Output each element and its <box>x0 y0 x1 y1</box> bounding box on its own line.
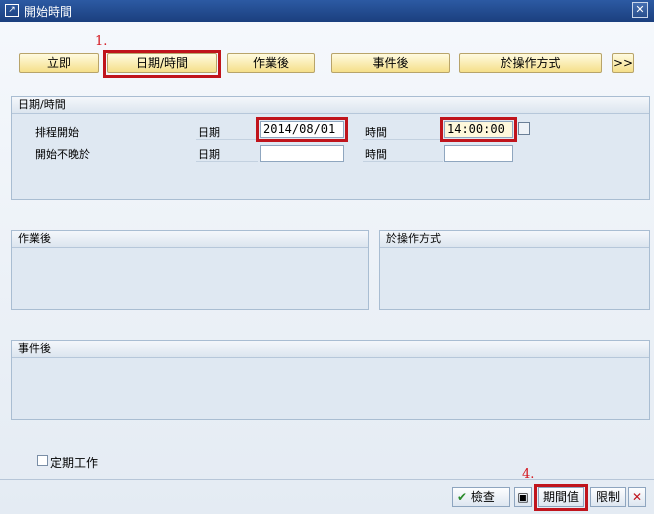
date-label-2: 日期 <box>198 148 220 161</box>
after-event-group: 事件後 <box>11 340 650 420</box>
divider <box>363 161 443 162</box>
check-icon: ✔ <box>457 490 468 504</box>
no-start-after-date-input[interactable] <box>260 145 344 162</box>
cancel-icon[interactable]: ✕ <box>628 487 646 507</box>
divider <box>363 139 443 140</box>
date-label: 日期 <box>198 126 220 139</box>
divider <box>196 139 258 140</box>
at-operation-mode-group-title: 於操作方式 <box>380 231 649 248</box>
highlight-date-input <box>256 117 348 142</box>
more-button[interactable]: >> <box>612 53 634 73</box>
window-title: 開始時間 <box>24 5 73 19</box>
check-button-label: 檢查 <box>470 490 495 504</box>
at-operation-mode-group: 於操作方式 <box>379 230 650 310</box>
after-job-button[interactable]: 作業後 <box>227 53 315 73</box>
after-job-group: 作業後 <box>11 230 369 310</box>
footer-divider <box>0 479 654 480</box>
title-bar: ↗ 開始時間 ✕ <box>0 0 654 22</box>
after-event-button[interactable]: 事件後 <box>331 53 450 73</box>
no-start-after-time-input[interactable] <box>444 145 513 162</box>
annotation-1: 1. <box>95 34 108 49</box>
immediate-button[interactable]: 立即 <box>19 53 99 73</box>
after-event-group-title: 事件後 <box>12 341 649 358</box>
time-label: 時間 <box>365 126 387 139</box>
periodic-job-checkbox[interactable] <box>37 455 48 466</box>
restrictions-button[interactable]: 限制 <box>590 487 626 507</box>
check-button[interactable]: ✔ 檢查 <box>452 487 510 507</box>
periodic-job-label: 定期工作 <box>50 456 99 470</box>
datetime-group-title: 日期/時間 <box>12 97 649 114</box>
window-icon: ↗ <box>5 4 19 17</box>
close-icon[interactable]: ✕ <box>632 2 648 18</box>
time-label-2: 時間 <box>365 148 387 161</box>
at-operation-mode-button[interactable]: 於操作方式 <box>459 53 602 73</box>
after-job-group-title: 作業後 <box>12 231 368 248</box>
no-start-after-label: 開始不晚於 <box>35 148 90 161</box>
divider <box>196 161 258 162</box>
calendar-icon[interactable] <box>518 122 530 135</box>
highlight-datetime-button <box>103 50 221 78</box>
highlight-period-values-button <box>534 484 588 511</box>
scheduled-start-label: 排程開始 <box>35 126 79 139</box>
highlight-time-input <box>440 117 517 142</box>
save-icon[interactable]: ▣ <box>514 487 532 507</box>
